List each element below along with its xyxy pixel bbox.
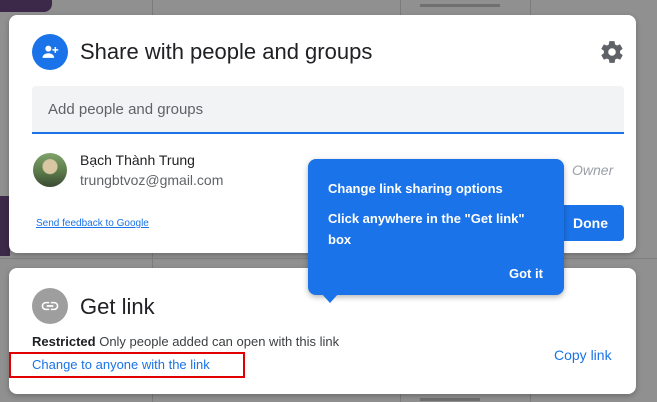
- done-button[interactable]: Done: [557, 205, 624, 241]
- add-person-icon: [32, 34, 68, 70]
- copy-link-button[interactable]: Copy link: [554, 347, 612, 363]
- link-access-description: Restricted Only people added can open wi…: [32, 334, 339, 349]
- avatar: [33, 153, 67, 187]
- tooltip-arrow: [321, 293, 339, 303]
- tooltip-body: Click anywhere in the "Get link" box: [328, 211, 525, 247]
- get-link-title: Get link: [80, 294, 155, 319]
- link-icon: [32, 288, 68, 324]
- add-people-input[interactable]: Add people and groups: [32, 86, 624, 134]
- share-dialog-title: Share with people and groups: [80, 39, 373, 64]
- person-name: Bạch Thành Trung: [80, 152, 195, 168]
- restricted-label: Restricted: [32, 334, 96, 349]
- tooltip-title: Change link sharing options: [328, 181, 503, 196]
- sharing-options-tooltip: Change link sharing options Click anywhe…: [308, 159, 564, 303]
- change-to-anyone-link[interactable]: Change to anyone with the link: [32, 357, 210, 372]
- owner-role-label: Owner: [572, 162, 614, 178]
- person-email: trungbtvoz@gmail.com: [80, 172, 224, 188]
- got-it-button[interactable]: Got it: [509, 266, 543, 281]
- gear-icon[interactable]: [599, 39, 625, 65]
- restricted-description: Only people added can open with this lin…: [99, 334, 340, 349]
- send-feedback-link[interactable]: Send feedback to Google: [36, 218, 149, 229]
